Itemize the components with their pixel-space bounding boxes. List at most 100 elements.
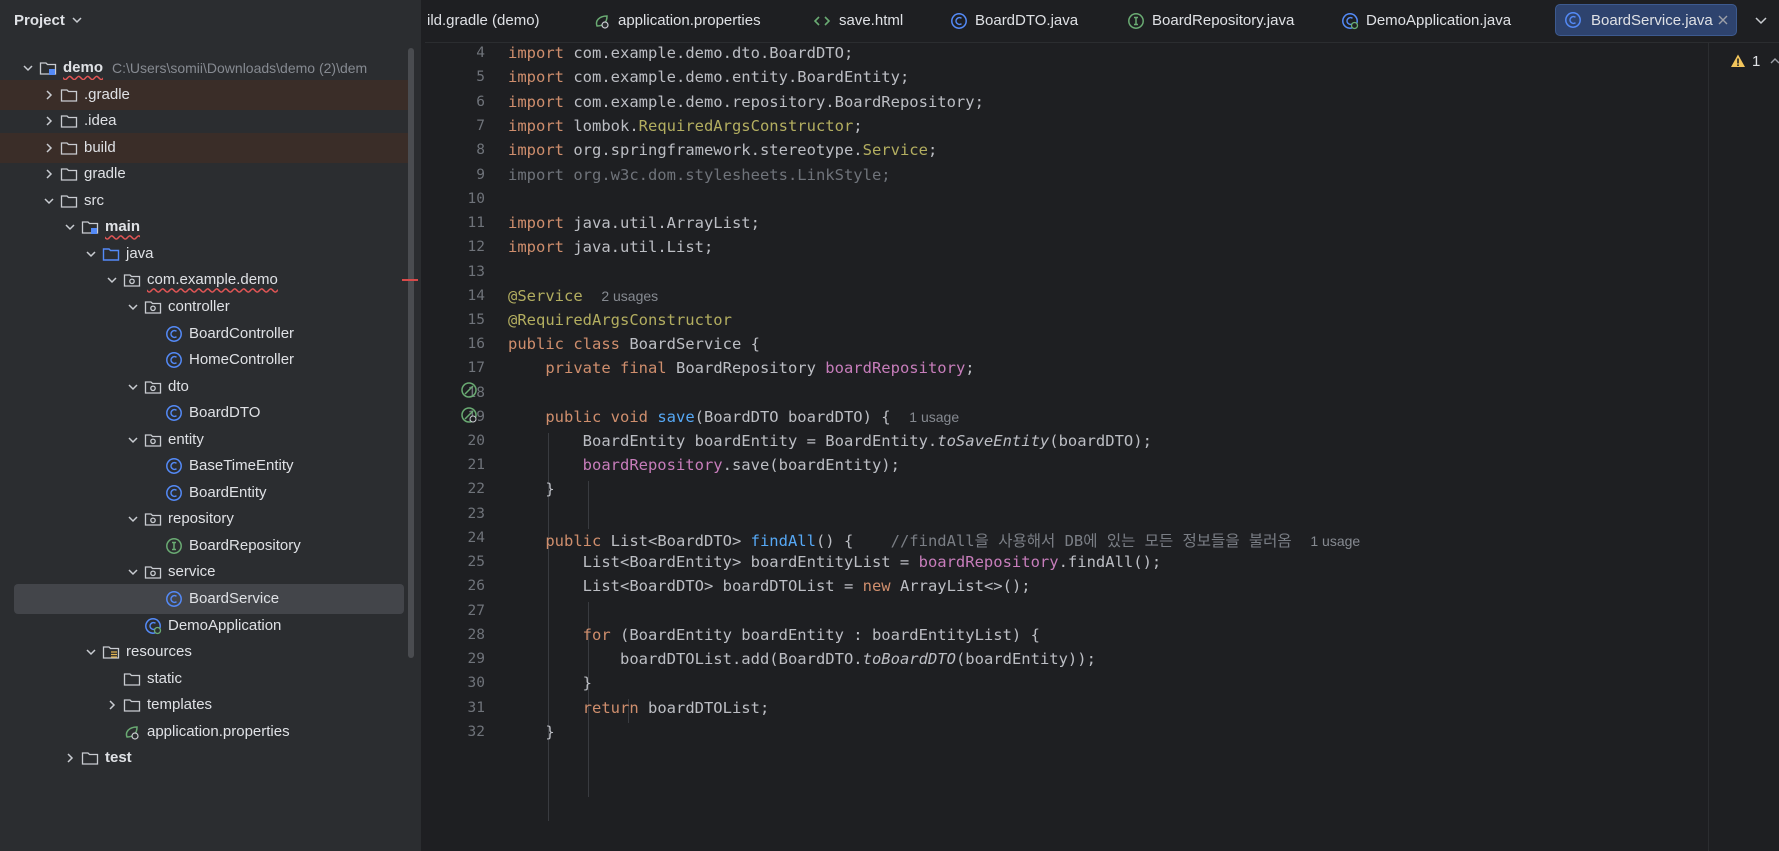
interface-icon xyxy=(1128,13,1144,29)
chevron-right-icon[interactable] xyxy=(106,699,118,711)
tab-boardservice-java[interactable]: BoardService.java xyxy=(1555,4,1737,36)
chevron-down-icon[interactable] xyxy=(106,274,118,286)
tree-item-gradle[interactable]: gradle xyxy=(0,159,414,189)
close-icon[interactable] xyxy=(1716,13,1730,27)
usages-hint[interactable]: 2 usages xyxy=(601,288,658,304)
class-icon xyxy=(166,591,182,607)
autowired-gutter-icon[interactable] xyxy=(459,405,479,425)
tab-demoapplication-java[interactable]: DemoApplication.java xyxy=(1341,0,1531,42)
tab-save-html[interactable]: save.html xyxy=(813,0,933,42)
spring-bean-gutter-icon[interactable] xyxy=(459,380,479,400)
code-line: BoardEntity boardEntity = BoardEntity.to… xyxy=(582,432,1152,450)
chevron-down-icon[interactable] xyxy=(43,195,55,207)
tree-item-application-properties[interactable]: application.properties xyxy=(0,717,414,747)
tree-item-boardcontroller[interactable]: BoardController xyxy=(0,319,414,349)
chevron-down-icon[interactable] xyxy=(1754,14,1768,28)
code-line: List<BoardDTO> boardDTOList = new ArrayL… xyxy=(582,577,1031,595)
tree-item-gradle[interactable]: .gradle xyxy=(0,79,414,110)
line-number: 13 xyxy=(467,264,485,280)
tree-item-demoapplication[interactable]: DemoApplication xyxy=(0,611,414,641)
tab-boarddto-java[interactable]: BoardDTO.java xyxy=(950,0,1100,42)
tree-item-label: .idea xyxy=(84,112,117,130)
tree-item-idea[interactable]: .idea xyxy=(0,106,414,136)
code-line: boardRepository.save(boardEntity); xyxy=(582,456,900,474)
tree-item-label: com.example.demo xyxy=(147,271,278,289)
package-icon xyxy=(144,566,162,580)
tree-item-templates[interactable]: templates xyxy=(0,690,414,720)
tree-item-controller[interactable]: controller xyxy=(0,292,414,322)
tab-label: DemoApplication.java xyxy=(1366,12,1512,29)
chevron-up-icon[interactable] xyxy=(1770,56,1779,66)
chevron-down-icon[interactable] xyxy=(64,221,76,233)
chevron-right-icon[interactable] xyxy=(43,89,55,101)
usages-hint[interactable]: 1 usage xyxy=(909,409,959,425)
code-line: public class BoardService { xyxy=(508,335,760,353)
tree-item-entity[interactable]: entity xyxy=(0,425,414,455)
project-path: C:\Users\somii\Downloads\demo (2)\dem xyxy=(112,60,368,76)
tree-item-service[interactable]: service xyxy=(0,557,414,587)
tree-item-dto[interactable]: dto xyxy=(0,372,414,402)
tree-item-repository[interactable]: repository xyxy=(0,504,414,534)
code-line: return boardDTOList; xyxy=(582,699,770,717)
code-editor[interactable]: 4 5 6 7 8 9 10 11 12 13 14 15 16 17 18 19 20 21 22 23 24 25 26… xyxy=(425,43,1779,851)
tree-item-label: java xyxy=(126,244,154,262)
tree-item-build[interactable]: build xyxy=(0,132,414,163)
chevron-down-icon[interactable] xyxy=(127,301,139,313)
line-number: 27 xyxy=(467,603,485,619)
error-stripe[interactable] xyxy=(1708,43,1709,851)
tree-scrollbar[interactable] xyxy=(408,48,414,658)
tree-item-test[interactable]: test xyxy=(0,743,414,773)
tree-item-java[interactable]: java xyxy=(0,239,414,269)
folder-icon xyxy=(60,141,78,155)
chevron-right-icon[interactable] xyxy=(43,142,55,154)
tree-item-src[interactable]: src xyxy=(0,186,414,216)
tab-application-properties[interactable]: application.properties xyxy=(593,0,803,42)
tree-item-boardservice[interactable]: BoardService xyxy=(14,584,404,614)
folder-icon xyxy=(60,115,78,128)
tree-item-homecontroller[interactable]: HomeController xyxy=(0,345,414,375)
chevron-down-icon[interactable] xyxy=(127,434,139,446)
line-number: 21 xyxy=(467,457,485,473)
package-icon xyxy=(144,513,162,526)
chevron-right-icon[interactable] xyxy=(43,115,55,127)
tab-boardrepository-java[interactable]: BoardRepository.java xyxy=(1127,0,1317,42)
chevron-right-icon[interactable] xyxy=(43,168,55,180)
code-line: boardDTOList.add(BoardDTO.toBoardDTO(boa… xyxy=(619,650,1096,668)
chevron-down-icon[interactable] xyxy=(127,381,139,393)
code-line: } xyxy=(545,480,555,498)
tree-item-label: BoardService xyxy=(189,590,280,607)
chevron-down-icon[interactable] xyxy=(85,646,97,658)
tab-build-gradle[interactable]: ild.gradle (demo) xyxy=(425,0,545,42)
tree-item-boarddto[interactable]: BoardDTO xyxy=(0,398,414,428)
resources-folder-icon xyxy=(102,646,120,659)
chevron-down-icon[interactable] xyxy=(85,248,97,260)
tree-item-com-example-demo[interactable]: com.example.demo xyxy=(0,265,414,295)
package-icon xyxy=(144,434,162,447)
tab-label: application.properties xyxy=(618,12,761,29)
chevron-down-icon[interactable] xyxy=(127,513,139,525)
tree-item-basetimeentity[interactable]: BaseTimeEntity xyxy=(0,451,414,481)
project-panel-header: Project xyxy=(0,0,421,42)
line-number: 22 xyxy=(467,481,485,497)
chevron-down-icon[interactable] xyxy=(22,62,34,74)
tree-item-boardentity[interactable]: BoardEntity xyxy=(0,478,414,508)
spring-boot-class-icon xyxy=(145,617,162,634)
line-number: 20 xyxy=(467,433,485,449)
package-icon xyxy=(144,301,162,314)
chevron-down-icon[interactable] xyxy=(127,566,139,578)
usages-hint[interactable]: 1 usage xyxy=(1310,533,1360,549)
tree-item-static[interactable]: static xyxy=(0,664,414,694)
chevron-down-icon[interactable] xyxy=(71,14,83,26)
tree-item-demo[interactable]: demo C:\Users\somii\Downloads\demo (2)\de… xyxy=(0,53,414,83)
tree-item-boardrepository[interactable]: BoardRepository xyxy=(0,531,414,561)
project-view-selector[interactable]: Project xyxy=(14,12,65,29)
tree-item-label: service xyxy=(168,563,216,581)
module-folder-icon xyxy=(81,221,99,235)
folder-icon xyxy=(60,168,78,181)
tree-item-label: repository xyxy=(168,510,234,528)
chevron-right-icon[interactable] xyxy=(64,752,76,764)
tree-item-resources[interactable]: resources xyxy=(0,637,414,667)
tree-item-main[interactable]: main xyxy=(0,212,414,242)
tab-label: ild.gradle (demo) xyxy=(427,12,540,29)
line-number: 4 xyxy=(476,45,485,61)
